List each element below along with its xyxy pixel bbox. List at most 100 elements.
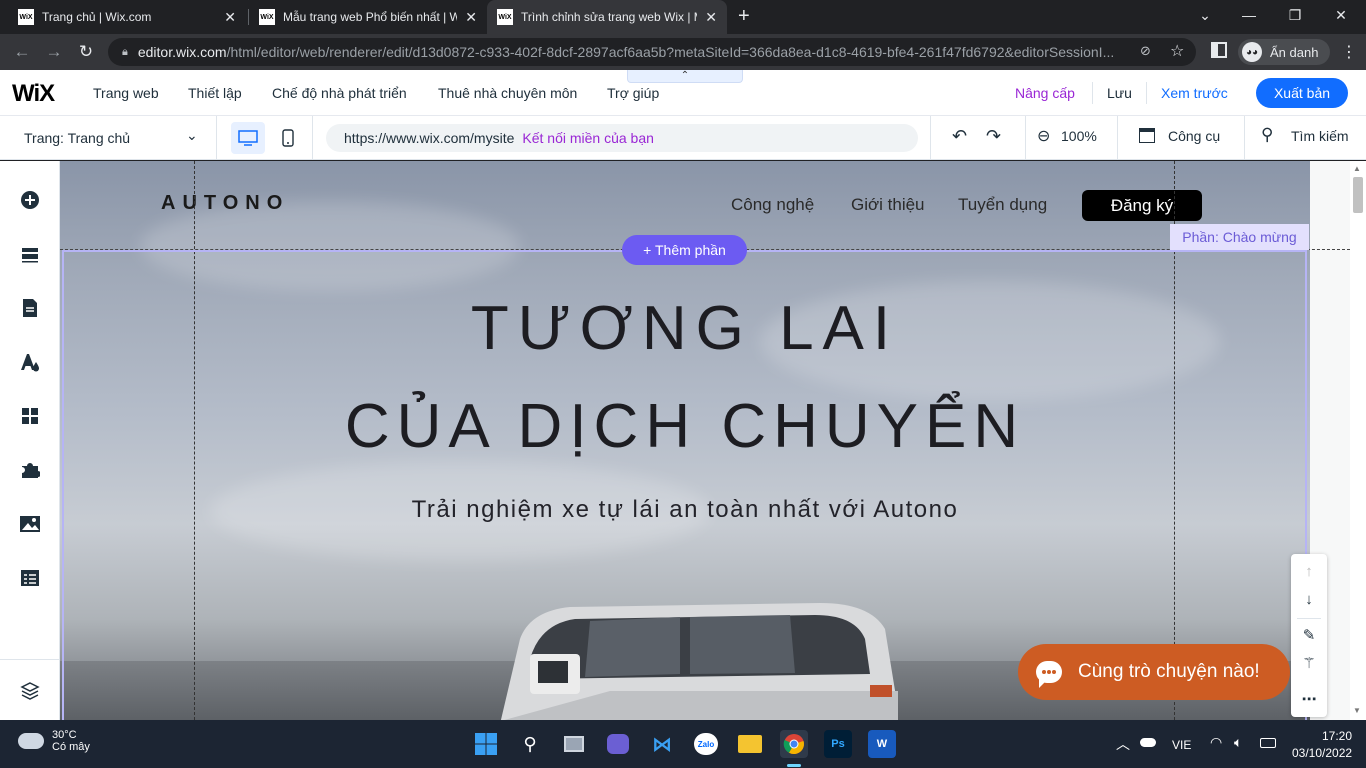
forward-arrow-icon[interactable]: → xyxy=(42,40,66,64)
tab-title: Mẫu trang web Phổ biến nhất | W xyxy=(283,10,458,24)
tray-chevron-up-icon[interactable]: ︿ xyxy=(1116,734,1130,754)
menu-hire-pro[interactable]: Thuê nhà chuyên môn xyxy=(438,85,577,101)
browser-tab-1[interactable]: WiX Trang chủ | Wix.com ✕ xyxy=(8,0,246,34)
menu-settings[interactable]: Thiết lập xyxy=(188,85,242,101)
signup-button[interactable]: Đăng ký xyxy=(1082,190,1202,221)
menu-help[interactable]: Trợ giúp xyxy=(607,85,659,101)
chrome-icon[interactable] xyxy=(780,730,808,758)
chat-button[interactable]: Cùng trò chuyện nào! xyxy=(1018,644,1290,700)
section-name-tag[interactable]: Phần: Chào mừng xyxy=(1170,224,1309,250)
mobile-view-button[interactable] xyxy=(274,122,302,154)
wix-top-bar: WiX Trang web Thiết lập Chế độ nhà phát … xyxy=(0,70,1366,116)
close-tab-icon[interactable]: ✕ xyxy=(224,9,236,26)
add-elements-icon[interactable] xyxy=(18,188,42,212)
reload-icon[interactable]: ↻ xyxy=(74,40,98,64)
task-view-icon[interactable] xyxy=(560,730,588,758)
close-tab-icon[interactable]: ✕ xyxy=(705,9,717,26)
browser-tab-3[interactable]: WiX Trình chỉnh sửa trang web Wix | M ✕ xyxy=(487,0,727,34)
apps-icon[interactable] xyxy=(18,404,42,428)
close-tab-icon[interactable]: ✕ xyxy=(465,9,477,26)
upgrade-link[interactable]: Nâng cấp xyxy=(1015,85,1075,101)
wifi-icon[interactable]: ◠ xyxy=(1210,734,1222,751)
tab-search-chevron-icon[interactable]: ⌄ xyxy=(1182,0,1228,30)
windows-start-icon[interactable] xyxy=(472,730,500,758)
layers-icon[interactable] xyxy=(18,679,42,703)
search-button[interactable]: Tìm kiếm xyxy=(1291,128,1349,144)
divider xyxy=(216,116,217,160)
battery-icon[interactable] xyxy=(1260,738,1276,748)
tools-icon[interactable] xyxy=(1139,128,1155,143)
teams-chat-icon[interactable] xyxy=(604,730,632,758)
temperature: 30°C xyxy=(52,729,77,741)
add-section-icon[interactable] xyxy=(18,242,42,266)
undo-icon[interactable]: ↶ xyxy=(952,126,967,147)
media-icon[interactable] xyxy=(18,512,42,536)
site-url-box[interactable]: https://www.wix.com/mysite Kết nối miền … xyxy=(326,124,918,152)
save-button[interactable]: Lưu xyxy=(1107,85,1132,101)
input-language[interactable]: VIE xyxy=(1172,738,1191,752)
scroll-up-icon[interactable]: ▲ xyxy=(1353,164,1361,173)
connect-domain-link[interactable]: Kết nối miền của bạn xyxy=(522,130,654,146)
zoom-out-icon[interactable]: ⊖ xyxy=(1037,126,1050,146)
collapse-toolbar-tab[interactable]: ⌃ xyxy=(627,70,743,83)
side-panel-icon[interactable] xyxy=(1211,42,1227,58)
lock-icon: 🔒︎ xyxy=(122,45,128,58)
address-bar[interactable]: 🔒︎ editor.wix.com/html/editor/web/render… xyxy=(108,38,1196,66)
zalo-icon[interactable]: Zalo xyxy=(692,730,720,758)
search-icon[interactable]: ⚲ xyxy=(1261,125,1273,145)
search-icon[interactable]: ⚲ xyxy=(516,730,544,758)
design-icon[interactable] xyxy=(18,350,42,374)
add-section-button[interactable]: + Thêm phần xyxy=(622,235,747,265)
close-window-icon[interactable]: ✕ xyxy=(1318,0,1364,30)
publish-button[interactable]: Xuất bản xyxy=(1256,78,1348,108)
site-nav-about[interactable]: Giới thiệu xyxy=(851,195,925,215)
menu-dev-mode[interactable]: Chế độ nhà phát triển xyxy=(272,85,407,101)
site-nav-technology[interactable]: Công nghệ xyxy=(731,195,814,215)
tab-title: Trình chỉnh sửa trang web Wix | M xyxy=(521,10,698,24)
desktop-view-button[interactable] xyxy=(231,122,265,154)
weather-condition: Có mây xyxy=(52,741,90,753)
editor-canvas[interactable]: AUTONO Công nghệ Giới thiệu Tuyển dụng Đ… xyxy=(60,161,1350,720)
clock-time[interactable]: 17:20 xyxy=(1322,729,1352,743)
magic-wand-icon[interactable]: ⚚ xyxy=(1297,651,1321,675)
wix-logo[interactable]: WiX xyxy=(12,80,55,108)
zoom-level[interactable]: 100% xyxy=(1061,128,1097,144)
cms-icon[interactable] xyxy=(18,566,42,590)
pages-icon[interactable] xyxy=(18,296,42,320)
incognito-badge[interactable]: ◕◕ Ẩn danh xyxy=(1238,39,1331,65)
tools-button[interactable]: Công cụ xyxy=(1168,128,1220,144)
business-solutions-icon[interactable] xyxy=(18,458,42,482)
page-selector[interactable]: Trang: Trang chủ xyxy=(24,130,130,146)
redo-icon[interactable]: ↷ xyxy=(986,126,1001,147)
move-down-icon[interactable]: ↓ xyxy=(1297,587,1321,611)
hide-eye-icon[interactable]: ⊘ xyxy=(1140,43,1151,59)
site-nav-careers[interactable]: Tuyển dụng xyxy=(958,195,1047,215)
browser-menu-icon[interactable]: ⋮ xyxy=(1341,42,1357,62)
move-up-icon[interactable]: ↑ xyxy=(1297,559,1321,583)
more-options-icon[interactable]: ⋯ xyxy=(1297,687,1321,711)
scroll-down-icon[interactable]: ▼ xyxy=(1353,706,1361,715)
minimize-icon[interactable]: — xyxy=(1226,0,1272,30)
photoshop-icon[interactable]: Ps xyxy=(824,730,852,758)
word-icon[interactable]: W xyxy=(868,730,896,758)
chevron-down-icon[interactable]: ⌄ xyxy=(186,127,198,144)
restore-icon[interactable]: ❐ xyxy=(1272,0,1318,30)
weather-widget[interactable]: 30°C Có mây xyxy=(18,729,90,753)
canvas-scrollbar[interactable]: ▲ ▼ xyxy=(1350,161,1366,720)
onedrive-icon[interactable] xyxy=(1140,738,1156,747)
new-tab-button[interactable]: + xyxy=(738,5,750,28)
clock-date[interactable]: 03/10/2022 xyxy=(1292,746,1352,760)
file-explorer-icon[interactable] xyxy=(736,730,764,758)
vscode-icon[interactable]: ⋈ xyxy=(648,730,676,758)
site-logo[interactable]: AUTONO xyxy=(161,192,289,215)
volume-icon[interactable]: 🔈︎ xyxy=(1234,734,1242,751)
browser-tab-2[interactable]: WiX Mẫu trang web Phổ biến nhất | W ✕ xyxy=(249,0,487,34)
preview-button[interactable]: Xem trước xyxy=(1161,85,1228,101)
wix-favicon-icon: WiX xyxy=(18,9,34,25)
edit-pencil-icon[interactable]: ✎ xyxy=(1297,623,1321,647)
section-actions-bar: ↑ ↓ ✎ ⚚ ⋯ xyxy=(1291,554,1327,717)
menu-site[interactable]: Trang web xyxy=(93,85,159,101)
scrollbar-thumb[interactable] xyxy=(1353,177,1363,213)
bookmark-star-icon[interactable]: ☆ xyxy=(1170,41,1184,61)
back-arrow-icon[interactable]: ← xyxy=(10,40,34,64)
